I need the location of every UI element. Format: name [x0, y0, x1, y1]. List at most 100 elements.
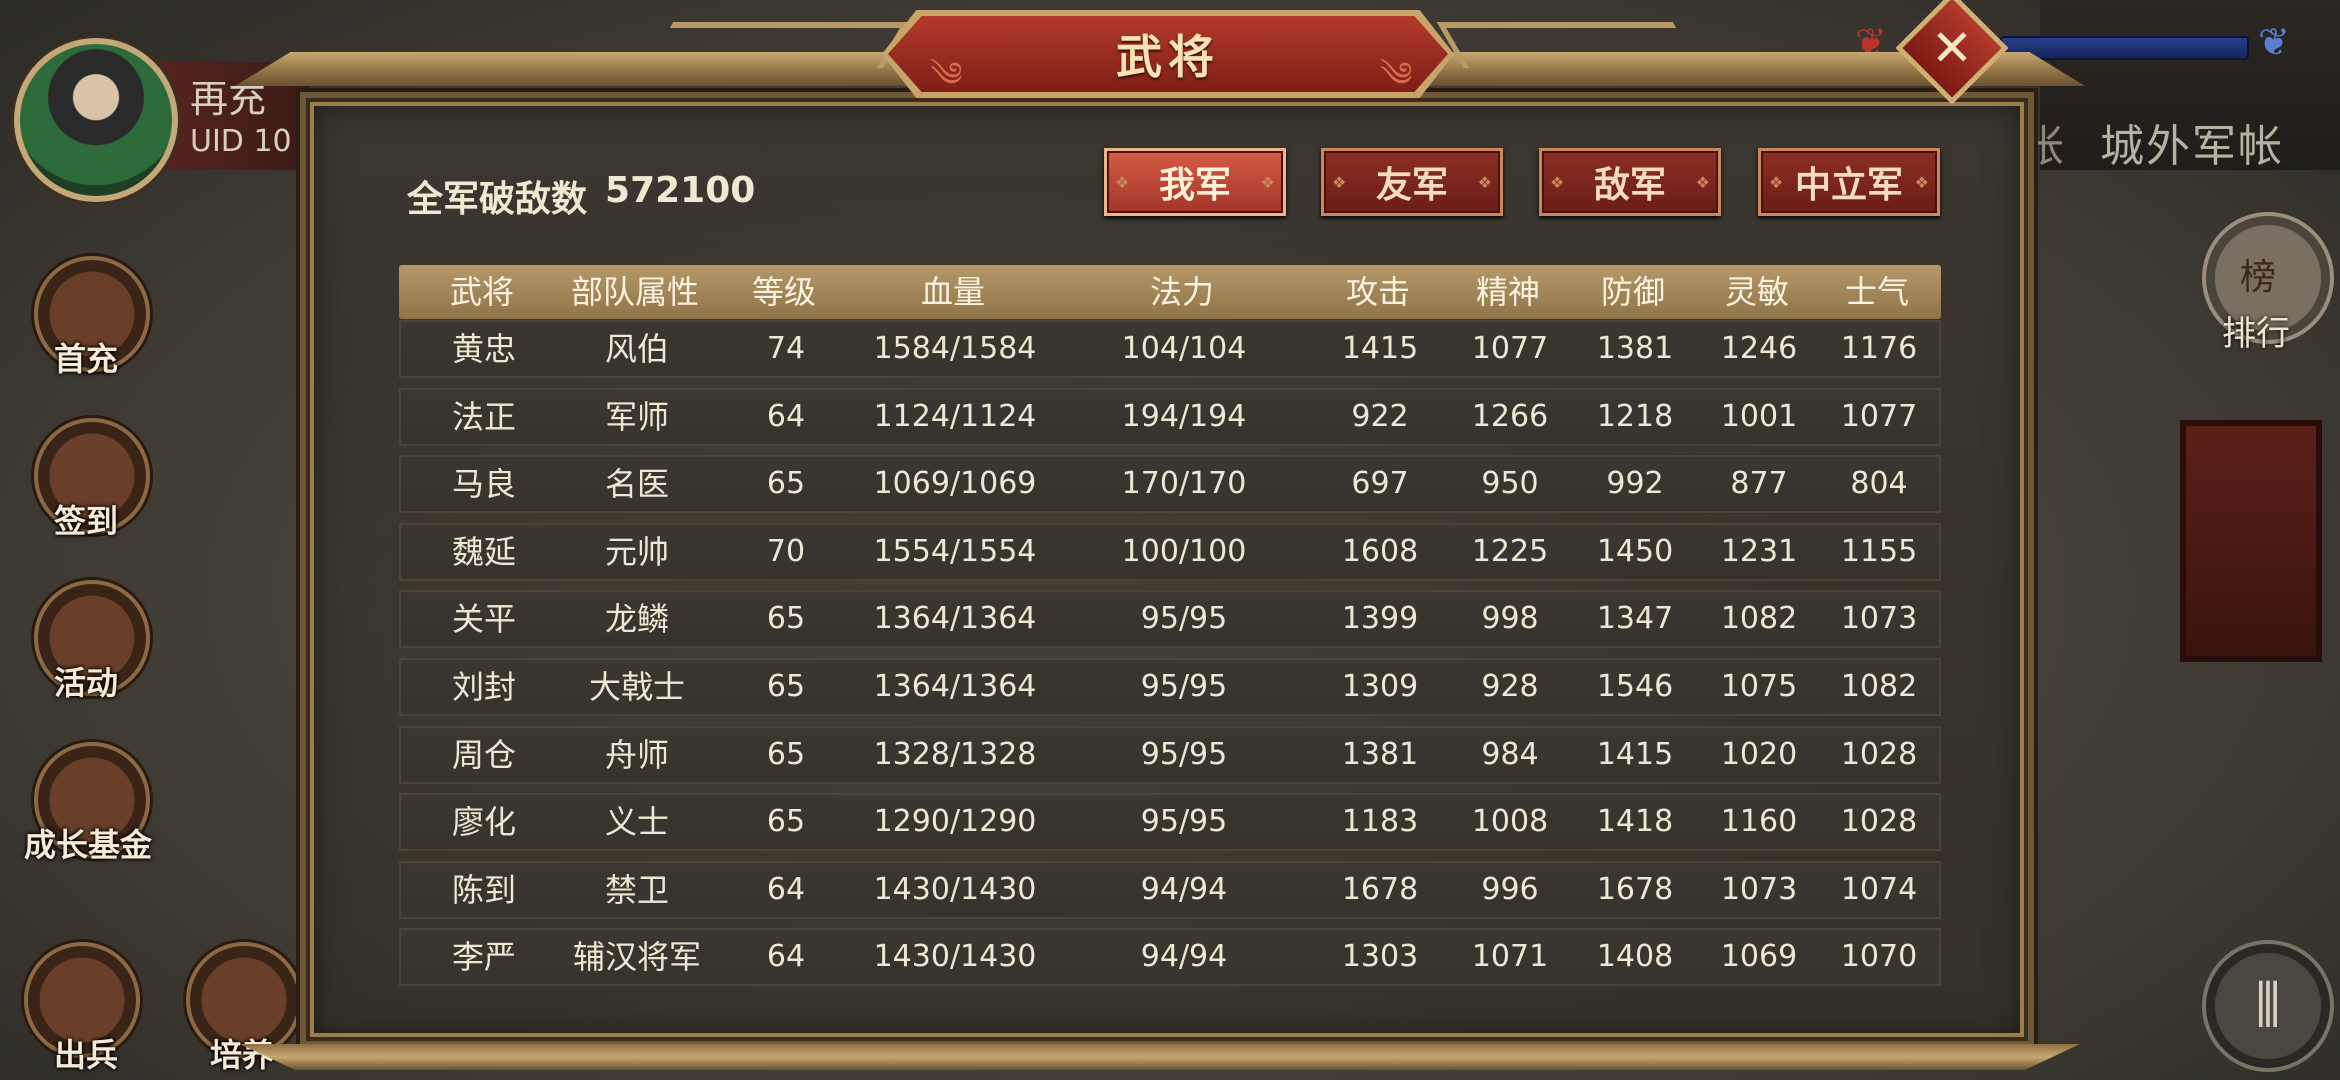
resource-bar — [2000, 36, 2249, 60]
table-cell: 95/95 — [1140, 669, 1228, 704]
table-cell: 关平 — [451, 600, 517, 639]
table-cell: 周仓 — [451, 735, 517, 774]
table-cell: 996 — [1481, 871, 1539, 907]
table-cell: 马良 — [451, 465, 517, 504]
table-cell: 大戟士 — [588, 668, 686, 706]
column-header: 部队属性 — [570, 273, 700, 311]
title-swirl-right-icon: ༄ — [1380, 55, 1413, 95]
blue-wing-icon: ❦ — [2258, 20, 2290, 64]
table-cell: 1347 — [1596, 601, 1674, 637]
table-cell: 95/95 — [1140, 601, 1228, 637]
table-cell: 95/95 — [1140, 804, 1228, 840]
table-cell: 魏延 — [451, 532, 517, 571]
table-cell: 1077 — [1471, 331, 1549, 366]
dialog-frame-bottom — [240, 1044, 2080, 1070]
table-cell: 风伯 — [604, 330, 670, 368]
tab-neutral-army[interactable]: 中立军 — [1758, 148, 1940, 216]
table-cell: 194/194 — [1121, 398, 1247, 434]
table-cell: 1450 — [1596, 533, 1674, 569]
table-cell: 928 — [1481, 669, 1539, 704]
table-cell: 94/94 — [1140, 871, 1228, 907]
table-row[interactable]: 法正 军师 64 1124/1124 194/194 922 1266 1218 1001 107… — [399, 387, 1941, 446]
growth-fund-label: 成长基金 — [24, 826, 153, 864]
table-cell: 1303 — [1341, 939, 1419, 975]
total-kills-value: 572100 — [605, 170, 756, 211]
sign-in-label: 签到 — [54, 502, 119, 540]
table-cell: 1608 — [1341, 533, 1419, 569]
menu-icon: ⦀ — [2254, 971, 2282, 1041]
activity-label: 活动 — [54, 664, 119, 702]
column-header: 灵敏 — [1724, 273, 1790, 311]
column-header: 精神 — [1475, 273, 1541, 311]
table-row[interactable]: 关平 龙鳞 65 1364/1364 95/95 1399 998 1347 1082 1073 — [399, 590, 1941, 649]
table-cell: 1073 — [1840, 601, 1918, 637]
table-cell: 1231 — [1720, 533, 1798, 569]
outer-camp-tab[interactable]: 城外军帐 — [2100, 110, 2284, 174]
table-cell: 65 — [766, 466, 806, 502]
table-row[interactable]: 李严 辅汉将军 64 1430/1430 94/94 1303 1071 1408 1069 10… — [399, 928, 1941, 987]
frame-ornament-left — [646, 22, 910, 68]
table-cell: 李严 — [451, 938, 517, 977]
table-row[interactable]: 周仓 舟师 65 1328/1328 95/95 1381 984 1415 1020 1028 — [399, 725, 1941, 784]
main-menu-button[interactable]: ⦀ — [2202, 940, 2334, 1072]
table-cell: 70 — [766, 533, 806, 569]
total-kills-label: 全军破敌数 — [407, 179, 588, 220]
table-cell: 1183 — [1341, 804, 1419, 840]
table-cell: 1678 — [1596, 871, 1674, 907]
table-cell: 1082 — [1840, 669, 1918, 704]
table-cell: 1266 — [1471, 398, 1549, 434]
column-header: 血量 — [920, 273, 986, 311]
table-cell: 1160 — [1720, 804, 1798, 840]
tab-allied-army[interactable]: 友军 — [1321, 148, 1503, 216]
table-cell: 64 — [766, 939, 806, 975]
table-cell: 1415 — [1596, 736, 1674, 772]
player-avatar[interactable] — [14, 38, 178, 202]
table-row[interactable]: 陈到 禁卫 64 1430/1430 94/94 1678 996 1678 1073 1074 — [399, 860, 1941, 919]
table-cell: 992 — [1606, 466, 1664, 502]
table-cell: 1070 — [1840, 939, 1918, 975]
table-row[interactable]: 马良 名医 65 1069/1069 170/170 697 950 992 877 804 — [399, 455, 1941, 514]
table-cell: 1069 — [1720, 939, 1798, 975]
table-cell: 1309 — [1341, 669, 1419, 704]
table-cell: 65 — [766, 736, 806, 772]
table-cell: 922 — [1351, 398, 1409, 434]
ranking-label: 排行 — [2222, 314, 2290, 354]
table-cell: 104/104 — [1121, 331, 1247, 366]
table-cell: 1077 — [1840, 398, 1918, 434]
table-cell: 697 — [1351, 466, 1409, 502]
table-cell: 95/95 — [1140, 736, 1228, 772]
table-cell: 1546 — [1596, 669, 1674, 704]
close-icon[interactable]: ✕ — [1912, 8, 1992, 88]
total-kills: 全军破敌数 572100 — [407, 170, 755, 222]
column-header: 士气 — [1844, 273, 1910, 311]
table-row[interactable]: 黄忠 风伯 74 1584/1584 104/104 1415 1077 1381 1246 11… — [399, 320, 1941, 378]
table-cell: 1073 — [1720, 871, 1798, 907]
table-cell: 1028 — [1840, 804, 1918, 840]
column-header: 武将 — [449, 273, 515, 311]
frame-ornament-right — [1436, 22, 1700, 68]
table-cell: 1418 — [1596, 804, 1674, 840]
column-header: 等级 — [751, 273, 817, 311]
table-row[interactable]: 廖化 义士 65 1290/1290 95/95 1183 1008 1418 1160 1028 — [399, 793, 1941, 852]
table-cell: 1328/1328 — [873, 736, 1037, 772]
tab-own-army[interactable]: 我军 — [1104, 148, 1286, 216]
table-cell: 1225 — [1471, 533, 1549, 569]
table-cell: 998 — [1481, 601, 1539, 637]
table-row[interactable]: 魏延 元帅 70 1554/1554 100/100 1608 1225 1450 1231 11… — [399, 522, 1941, 581]
table-cell: 1399 — [1341, 601, 1419, 637]
table-cell: 1584/1584 — [873, 331, 1037, 366]
table-cell: 1408 — [1596, 939, 1674, 975]
tab-enemy-army[interactable]: 敌军 — [1539, 148, 1721, 216]
table-cell: 元帅 — [604, 532, 670, 571]
table-cell: 1381 — [1341, 736, 1419, 772]
table-cell: 黄忠 — [451, 330, 517, 368]
table-cell: 1678 — [1341, 871, 1419, 907]
table-cell: 法正 — [451, 397, 517, 436]
title-swirl-left-icon: ༄ — [930, 55, 963, 95]
table-cell: 1082 — [1720, 601, 1798, 637]
table-row[interactable]: 刘封 大戟士 65 1364/1364 95/95 1309 928 1546 1075 1082 — [399, 658, 1941, 716]
table-cell: 94/94 — [1140, 939, 1228, 975]
table-cell: 65 — [766, 601, 806, 637]
table-cell: 辅汉将军 — [572, 938, 702, 977]
table-cell: 170/170 — [1121, 466, 1247, 502]
